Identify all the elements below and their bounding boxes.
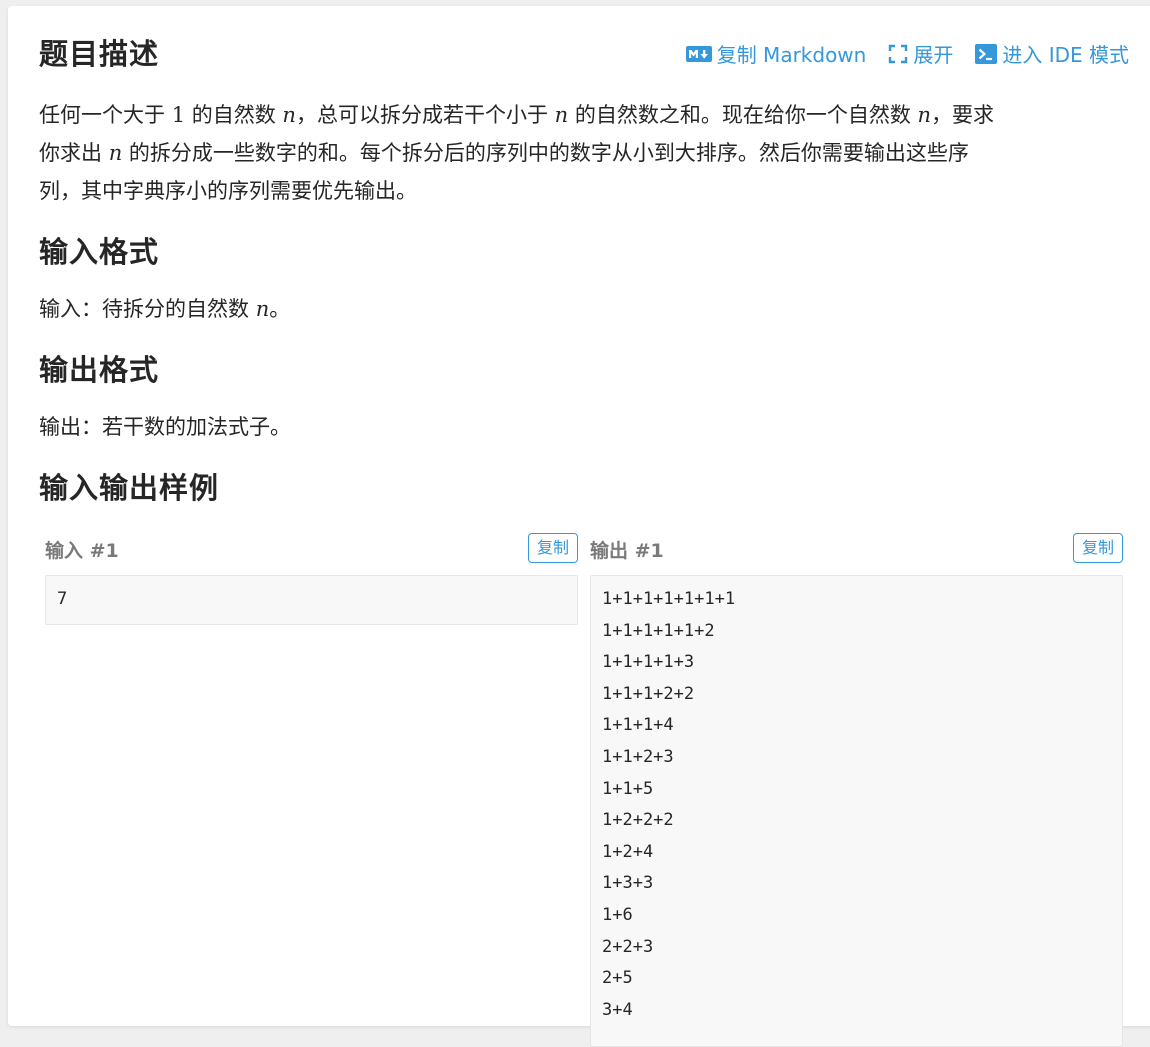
- code-line: 1+1+1+1+3: [602, 652, 695, 673]
- terminal-icon: [975, 43, 998, 64]
- copy-markdown-label: 复制 Markdown: [716, 43, 867, 67]
- math-var-n: n: [255, 297, 270, 321]
- code-line: 2+2+3: [602, 936, 654, 957]
- code-line: 1+1+5: [602, 778, 654, 799]
- code-line: 1+1+1+4: [602, 715, 674, 736]
- math-one: 1: [171, 103, 186, 127]
- samples-heading: 输入输出样例: [39, 471, 220, 505]
- expand-button[interactable]: 展开: [888, 39, 953, 68]
- toolbar-actions: 复制 Markdown 展开 进入 IDE 模式: [664, 39, 1129, 68]
- sample-output: 输出 #1 复制 1+1+1+1+1+1+1 1+1+1+1+1+2 1+1+1…: [590, 532, 1123, 1047]
- code-line: 1+1+1+2+2: [602, 683, 695, 704]
- code-line: 1+1+1+1+1+2: [602, 620, 715, 641]
- description-line-2: 你求出 n 的拆分成一些数字的和。每个拆分后的序列中的数字从小到大排序。然后你需…: [39, 141, 969, 165]
- sample-output-label: 输出 #1: [590, 540, 664, 562]
- markdown-icon: [685, 45, 712, 62]
- expand-label: 展开: [913, 43, 954, 67]
- code-line: 1+1+2+3: [602, 746, 674, 767]
- ide-mode-label: 进入 IDE 模式: [1002, 43, 1129, 67]
- problem-card: 题目描述 复制 Markdown 展开 进入 IDE 模式 任何一个大于 1 的…: [8, 6, 1150, 1047]
- code-line: 2+5: [602, 968, 633, 989]
- code-line: 1+2+2+2: [602, 810, 674, 831]
- math-var-n: n: [554, 103, 569, 127]
- input-format-heading: 输入格式: [39, 235, 160, 269]
- problem-content: 题目描述 复制 Markdown 展开 进入 IDE 模式 任何一个大于 1 的…: [39, 6, 1129, 508]
- sample-output-header: 输出 #1 复制: [590, 532, 1123, 574]
- sample-output-code: 1+1+1+1+1+1+1 1+1+1+1+1+2 1+1+1+1+3 1+1+…: [590, 575, 1123, 1047]
- copy-markdown-button[interactable]: 复制 Markdown: [685, 39, 867, 68]
- math-var-n: n: [282, 103, 296, 127]
- description-line-1: 任何一个大于 1 的自然数 n，总可以拆分成若干个小于 n 的自然数之和。现在给…: [39, 103, 995, 127]
- copy-input-button[interactable]: 复制: [527, 533, 578, 563]
- code-line: 1+1+1+1+1+1+1: [602, 589, 736, 609]
- output-format-heading: 输出格式: [39, 353, 160, 387]
- copy-output-button[interactable]: 复制: [1072, 533, 1123, 563]
- sample-io: 输入 #1 复制 7 输出 #1 复制 1+1+1+1+1+1+1 1+1+1+…: [45, 532, 1125, 1047]
- code-line: 1+2+4: [602, 841, 654, 862]
- description-line-3: 列，其中字典序小的序列需要优先输出。: [39, 179, 417, 203]
- code-line: 1+3+3: [602, 873, 654, 894]
- title-row: 题目描述 复制 Markdown 展开 进入 IDE 模式: [39, 6, 1129, 101]
- code-line: 1+6: [602, 904, 633, 925]
- output-format-text: 输出：若干数的加法式子。: [39, 415, 291, 439]
- math-var-n: n: [108, 141, 123, 165]
- sample-input-label: 输入 #1: [45, 540, 119, 562]
- sample-input-code: 7: [45, 575, 578, 625]
- page-title: 题目描述: [39, 37, 160, 71]
- ide-mode-button[interactable]: 进入 IDE 模式: [975, 39, 1129, 68]
- math-var-n: n: [917, 103, 932, 127]
- input-format-text: 输入：待拆分的自然数 n。: [39, 297, 291, 321]
- sample-input-header: 输入 #1 复制: [45, 532, 578, 574]
- sample-input: 输入 #1 复制 7: [45, 532, 578, 625]
- code-line: 3+4: [602, 999, 633, 1020]
- expand-icon: [888, 44, 908, 64]
- problem-description: 任何一个大于 1 的自然数 n，总可以拆分成若干个小于 n 的自然数之和。现在给…: [39, 96, 1129, 210]
- code-line: 7: [57, 589, 68, 609]
